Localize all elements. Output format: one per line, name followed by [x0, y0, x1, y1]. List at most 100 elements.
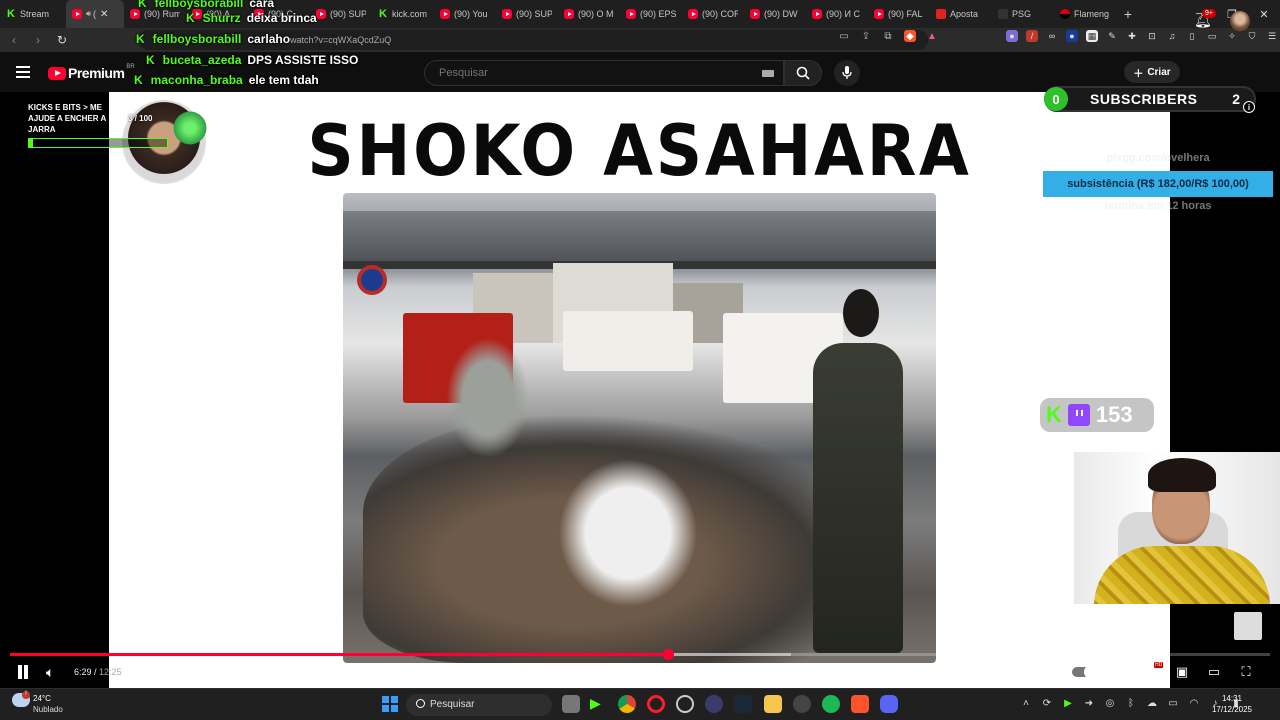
reload-icon[interactable]: ↻: [52, 30, 72, 50]
miniplayer-icon[interactable]: ▣: [1174, 664, 1190, 680]
taskbar-search[interactable]: Pesquisar: [406, 694, 552, 716]
browser-tab[interactable]: (90) O M: [558, 0, 620, 28]
vpn-icon[interactable]: ⛉: [1246, 30, 1258, 42]
logo-text: Premium: [68, 65, 125, 81]
browser-tab[interactable]: (90) И С: [806, 0, 868, 28]
browser-tab[interactable]: Kkick.com: [372, 0, 434, 28]
kick-icon: K: [1046, 402, 1062, 427]
clock-date: 17/12/2025: [1211, 705, 1253, 714]
chrome-icon[interactable]: [618, 695, 636, 713]
create-button[interactable]: ＋ Criar: [1124, 61, 1180, 83]
hamburger-menu-icon[interactable]: [16, 66, 30, 78]
brave-rewards-icon[interactable]: ▲: [926, 30, 938, 42]
channel-watermark[interactable]: [1234, 612, 1262, 640]
tray-bluetooth-icon[interactable]: ᛒ: [1125, 697, 1137, 709]
browser-tab[interactable]: (90) DW: [744, 0, 806, 28]
app-icon-audio[interactable]: [793, 695, 811, 713]
puzzle-icon[interactable]: ✚: [1126, 30, 1138, 42]
media-icon[interactable]: ♫: [1166, 30, 1178, 42]
tray-wifi-icon[interactable]: ◠: [1188, 697, 1200, 709]
browser-tab[interactable]: PSG: [992, 0, 1054, 28]
browser-tab[interactable]: K Stream: [0, 0, 66, 28]
browser-tab[interactable]: (90) SUP: [310, 0, 372, 28]
tray-chevron-icon[interactable]: ˄: [1020, 697, 1032, 709]
pause-button[interactable]: [16, 665, 30, 681]
back-icon[interactable]: ‹: [4, 30, 24, 50]
tray-display-icon[interactable]: ▭: [1167, 697, 1179, 709]
fullscreen-icon[interactable]: ⛶: [1238, 664, 1254, 680]
extension-icon-1[interactable]: ●: [1006, 30, 1018, 42]
chat-text: ele tem tdah: [248, 73, 319, 87]
youtube-premium-logo[interactable]: Premium BR: [48, 64, 135, 81]
browser-tab[interactable]: Flameng: [1054, 0, 1116, 28]
theater-mode-icon[interactable]: ▭: [1206, 664, 1222, 680]
autoplay-toggle[interactable]: [1072, 665, 1098, 679]
discord-icon[interactable]: [880, 695, 898, 713]
search-button[interactable]: [784, 60, 822, 86]
notification-count-badge: 9+: [1202, 9, 1216, 18]
steam-icon[interactable]: [734, 695, 752, 713]
player-controls: 🔈︎ 6:29 / 12:25 ▤ ⚙ HD ▣ ▭ ⛶: [0, 660, 1280, 688]
subtitles-icon[interactable]: ▤: [1110, 664, 1126, 680]
new-tab-button[interactable]: +: [1116, 6, 1140, 22]
brave-shield-icon[interactable]: ◆: [904, 30, 916, 42]
tray-cloud-icon[interactable]: ☁: [1146, 697, 1158, 709]
file-explorer-icon[interactable]: [764, 695, 782, 713]
tray-app-icon[interactable]: ◎: [1104, 697, 1116, 709]
close-window-button[interactable]: ✕: [1248, 0, 1280, 28]
voice-search-button[interactable]: [834, 60, 860, 86]
browser-tab[interactable]: (90) You: [434, 0, 496, 28]
keyboard-icon[interactable]: [762, 70, 774, 77]
brave-icon[interactable]: [851, 695, 869, 713]
bookmark-icon[interactable]: ⧉: [882, 30, 894, 42]
system-clock[interactable]: 14:31 17/12/2025: [1206, 693, 1258, 715]
share-icon[interactable]: ⇪: [860, 30, 872, 42]
task-view-icon[interactable]: [562, 695, 580, 713]
extension-icon-6[interactable]: ✎: [1106, 30, 1118, 42]
browser-tab[interactable]: Aposta: [930, 0, 992, 28]
wallet-icon[interactable]: ▭: [1206, 30, 1218, 42]
app-icon-kick[interactable]: ▶: [590, 695, 608, 713]
chat-text: cara: [249, 0, 275, 10]
tray-play-icon[interactable]: ▶: [1062, 697, 1074, 709]
browser-tab[interactable]: (90) COR: [682, 0, 744, 28]
duration: 12:25: [99, 667, 122, 677]
create-label: Criar: [1147, 66, 1171, 78]
sidebar-icon[interactable]: ▯: [1186, 30, 1198, 42]
search-input[interactable]: [424, 60, 784, 86]
tray-arrow-icon[interactable]: ➜: [1083, 697, 1095, 709]
browser-tab[interactable]: (90) SUP: [496, 0, 558, 28]
tray-sync-icon[interactable]: ⟳: [1041, 697, 1053, 709]
account-avatar[interactable]: [1230, 11, 1250, 31]
volume-icon[interactable]: 🔈︎: [46, 664, 54, 681]
progress-bar[interactable]: [10, 649, 1270, 660]
progress-scrubber-handle[interactable]: [662, 649, 674, 660]
extension-icon-4[interactable]: ●: [1066, 30, 1078, 42]
browser-menu-icon[interactable]: ☰: [1266, 30, 1278, 42]
taskbar-search-label: Pesquisar: [430, 699, 475, 710]
browser-tab[interactable]: (90) FAL: [868, 0, 930, 28]
subs-label: SUBSCRIBERS: [1090, 91, 1198, 107]
cast-icon[interactable]: ▭: [838, 30, 850, 42]
youtube-icon: [130, 9, 140, 19]
browser-tab[interactable]: 🔊︎(✕: [66, 0, 124, 28]
browser-tab[interactable]: (90) EPS: [620, 0, 682, 28]
reading-icon[interactable]: ✧: [1226, 30, 1238, 42]
chat-username: buceta_azeda: [162, 53, 242, 67]
forward-icon[interactable]: ›: [28, 30, 48, 50]
extension-icon-2[interactable]: /: [1026, 30, 1038, 42]
extension-icon-3[interactable]: ∞: [1046, 30, 1058, 42]
info-icon[interactable]: i: [1243, 101, 1255, 113]
extension-icon-5[interactable]: ▦: [1086, 30, 1098, 42]
microphone-icon: [842, 66, 852, 79]
app-icon-arrow[interactable]: [705, 695, 723, 713]
opera-icon[interactable]: [647, 695, 665, 713]
windows-start-icon[interactable]: [382, 696, 398, 712]
tab-audio-icon[interactable]: 🔊︎: [86, 9, 91, 19]
bet-icon: [936, 9, 946, 19]
spotify-icon[interactable]: [822, 695, 840, 713]
close-tab-icon[interactable]: ✕: [100, 9, 108, 20]
screenshot-icon[interactable]: ⊡: [1146, 30, 1158, 42]
app-icon-obs[interactable]: [676, 695, 694, 713]
browser-tab-label: PSG: [1012, 9, 1032, 19]
